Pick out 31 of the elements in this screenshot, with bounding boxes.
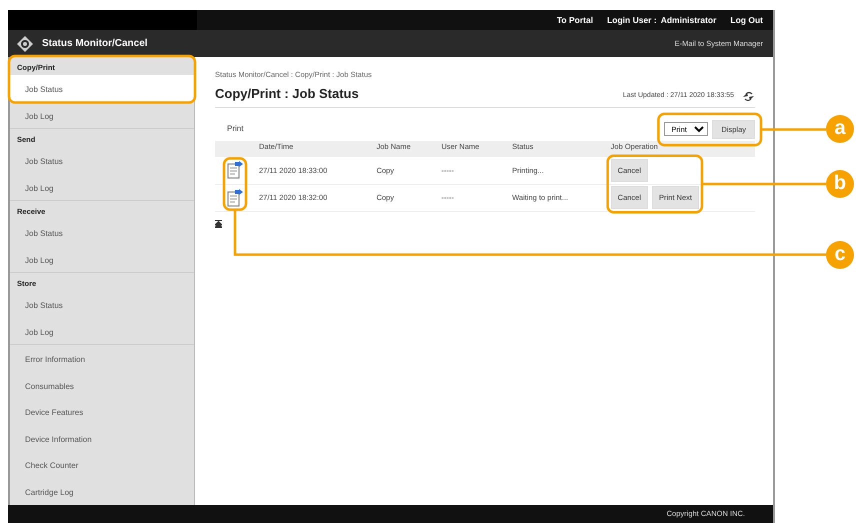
app-logo-icon: [16, 34, 34, 52]
sidebar-item[interactable]: Consumables: [10, 372, 194, 398]
sidebar-item[interactable]: Cartridge Log: [10, 478, 194, 504]
callout-marker: b: [826, 170, 854, 198]
portal-link[interactable]: To Portal: [556, 14, 594, 26]
sidebar-item[interactable]: Job Status: [10, 147, 194, 174]
logout-link[interactable]: Log Out: [730, 14, 763, 26]
document-icon: [227, 188, 243, 207]
callout-marker: c: [826, 240, 854, 269]
page-title: Copy/Print : Job Status: [215, 86, 359, 102]
sidebar-item[interactable]: Device Information: [10, 424, 194, 451]
sidebar-item[interactable]: Job Log: [10, 246, 194, 272]
filter-label: Print: [227, 123, 244, 136]
sidebar-item[interactable]: Job Status: [10, 219, 194, 246]
login-label: Login User :: [607, 14, 657, 26]
sidebar-item[interactable]: Job Status: [10, 291, 194, 318]
app-title: Status Monitor/Cancel: [42, 37, 148, 51]
sidebar-item[interactable]: Job Log: [10, 174, 194, 200]
sidebar-item[interactable]: Job Status: [10, 75, 194, 102]
sidebar-item[interactable]: Job Log: [10, 318, 194, 344]
refresh-icon[interactable]: [742, 90, 755, 102]
callout-marker: a: [826, 115, 854, 144]
scroll-to-top-icon[interactable]: [215, 220, 222, 228]
sidebar-item[interactable]: Check Counter: [10, 451, 194, 478]
highlight-frame: [222, 157, 248, 211]
sidebar-item[interactable]: Error Information: [10, 345, 194, 372]
leader-line: [761, 128, 826, 131]
document-icon: [227, 161, 243, 180]
login-user-name: Administrator: [660, 14, 716, 26]
sidebar-item[interactable]: Job Log: [10, 102, 194, 128]
sidebar-item[interactable]: Device Features: [10, 398, 194, 424]
